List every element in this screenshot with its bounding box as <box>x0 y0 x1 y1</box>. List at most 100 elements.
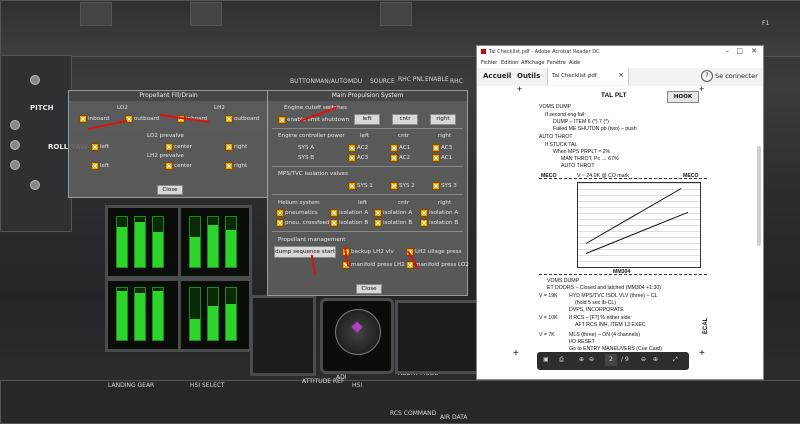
tab-document[interactable]: Tal Checklist.pdf × <box>547 68 629 85</box>
meco-left-label: MECO <box>541 173 557 179</box>
help-icon[interactable]: ? <box>701 70 713 82</box>
col-left-header: left <box>360 133 370 139</box>
helium-cntr-header: cntr <box>398 200 410 206</box>
side-instrument <box>250 295 316 376</box>
iso-b-left-label: isolation B <box>339 220 369 226</box>
toggle-switch[interactable] <box>30 180 40 190</box>
scrollbar[interactable] <box>757 146 761 246</box>
tab-accueil[interactable]: Accueil <box>483 72 511 80</box>
sys2-checkbox[interactable] <box>390 182 398 190</box>
minimize-icon[interactable]: – <box>726 47 730 55</box>
enable-limit-shutdown-checkbox[interactable] <box>278 116 286 124</box>
toggle-switch[interactable] <box>30 75 40 85</box>
lo2-prevalve-right-checkbox[interactable] <box>225 143 233 151</box>
sys-a-left-checkbox[interactable] <box>348 144 356 152</box>
sys-b-left-checkbox[interactable] <box>348 154 356 162</box>
lh2-prevalve-center-checkbox[interactable] <box>165 162 173 170</box>
crosshair-mark: + <box>699 348 705 359</box>
page-number-input[interactable]: 2 <box>605 354 617 366</box>
sys-a-right-checkbox[interactable] <box>432 144 440 152</box>
post-line: ET DOORS – Closed and latched (MM304 +1:… <box>547 285 661 291</box>
toggle-switch[interactable] <box>10 140 20 150</box>
cutoff-right-button[interactable]: right <box>430 114 456 125</box>
overhead-gauge <box>190 2 222 26</box>
checklist-line: If STUCK TAL <box>545 142 578 148</box>
close-icon[interactable]: ✕ <box>751 47 757 55</box>
sys-b-label: SYS B <box>298 155 315 161</box>
sys3-label: SYS 3 <box>441 183 457 189</box>
col-right-header: right <box>438 133 452 139</box>
iso-a-cntr-label: isolation A <box>383 210 413 216</box>
velocity-label: V = 10K <box>539 315 558 321</box>
checklist-line: Failed ME SHUTDN pb (two) – push <box>553 126 637 132</box>
rhc-label: RHC <box>450 78 463 85</box>
meco-right-label: MECO <box>683 173 699 179</box>
pneumatics-checkbox[interactable] <box>276 209 284 217</box>
lo2-header: LO2 <box>117 105 128 111</box>
page-up-icon[interactable]: ⊕ <box>579 356 584 363</box>
separator <box>272 128 463 129</box>
save-icon[interactable]: ▣ <box>543 356 549 363</box>
post-line: MLS (three) – ON (4 channels) <box>569 332 640 338</box>
lo2-prevalve-right-label: right <box>234 144 248 150</box>
fullscreen-icon[interactable]: ⤢ <box>673 356 678 364</box>
sys1-checkbox[interactable] <box>348 182 356 190</box>
zoom-in-icon[interactable]: ⊕ <box>653 356 658 363</box>
crosshair-mark: + <box>699 86 705 94</box>
mfd-left-lower <box>105 278 181 352</box>
sys-a-cntr-checkbox[interactable] <box>390 144 398 152</box>
lh2-prevalve-left-checkbox[interactable] <box>91 162 99 170</box>
iso-a-right-checkbox[interactable] <box>420 209 428 217</box>
pdf-document: + + TAL PLT HOOK VOMS DUMP If second eng… <box>477 86 763 379</box>
iso-a-left-checkbox[interactable] <box>330 209 338 217</box>
page-down-icon[interactable]: ⊖ <box>589 356 594 363</box>
sys-b-cntr-checkbox[interactable] <box>390 154 398 162</box>
menu-affichage[interactable]: Affichage <box>521 60 545 66</box>
iso-b-cntr-checkbox[interactable] <box>374 219 382 227</box>
menu-edition[interactable]: Edition <box>501 60 518 66</box>
velocity-label: V = 19K <box>539 293 558 299</box>
cutoff-left-button[interactable]: left <box>354 114 380 125</box>
lh2-outboard-checkbox[interactable] <box>225 115 233 123</box>
iso-a-left-label: isolation A <box>339 210 369 216</box>
iso-b-right-checkbox[interactable] <box>420 219 428 227</box>
backup-lh2-label: backup LH2 vlv <box>351 249 394 255</box>
tab-close-icon[interactable]: × <box>618 71 624 79</box>
sys3-checkbox[interactable] <box>432 182 440 190</box>
sys1-label: SYS 1 <box>357 183 373 189</box>
lh2-prevalve-header: LH2 prevalve <box>147 153 184 159</box>
menu-fenetre[interactable]: Fenêtre <box>547 60 566 66</box>
pneu-crossfeed-checkbox[interactable] <box>276 219 284 227</box>
cutoff-cntr-button[interactable]: cntr <box>392 114 418 125</box>
gauge-bar <box>225 287 237 341</box>
dump-sequence-start-button[interactable]: dump sequence start <box>274 246 336 258</box>
checklist-line: VOMS DUMP <box>539 104 571 110</box>
close-button[interactable]: Close <box>356 284 382 294</box>
print-icon[interactable]: ⎙ <box>559 356 564 364</box>
adi-display <box>320 298 394 374</box>
maximize-icon[interactable]: □ <box>736 47 743 55</box>
lh2-header: LH2 <box>214 105 225 111</box>
sign-in-link[interactable]: Se connecter <box>715 72 758 80</box>
close-button[interactable]: Close <box>157 185 183 195</box>
hsi-label: HSI <box>352 382 363 389</box>
toggle-switch[interactable] <box>10 120 20 130</box>
lo2-prevalve-left-checkbox[interactable] <box>91 143 99 151</box>
dialog-title: Main Propulsion System <box>268 91 467 101</box>
menu-aide[interactable]: Aide <box>569 60 580 66</box>
gauge-bar <box>134 287 146 341</box>
lo2-inboard-checkbox[interactable] <box>79 115 87 123</box>
sys-b-cntr-label: AC2 <box>399 155 411 161</box>
tab-bar: Accueil Outils Tal Checklist.pdf × ? Se … <box>477 68 763 87</box>
iso-b-left-checkbox[interactable] <box>330 219 338 227</box>
meco-center-label: V ~ 24.0K @ CO mark <box>577 173 629 179</box>
post-line: I/O RESET <box>569 339 595 345</box>
toggle-switch[interactable] <box>10 160 20 170</box>
sys-b-right-checkbox[interactable] <box>432 154 440 162</box>
lh2-prevalve-right-checkbox[interactable] <box>225 162 233 170</box>
iso-a-cntr-checkbox[interactable] <box>374 209 382 217</box>
zoom-out-icon[interactable]: ⊖ <box>641 356 646 363</box>
tab-outils[interactable]: Outils <box>517 72 540 80</box>
menu-fichier[interactable]: Fichier <box>481 60 497 66</box>
lo2-prevalve-center-checkbox[interactable] <box>165 143 173 151</box>
